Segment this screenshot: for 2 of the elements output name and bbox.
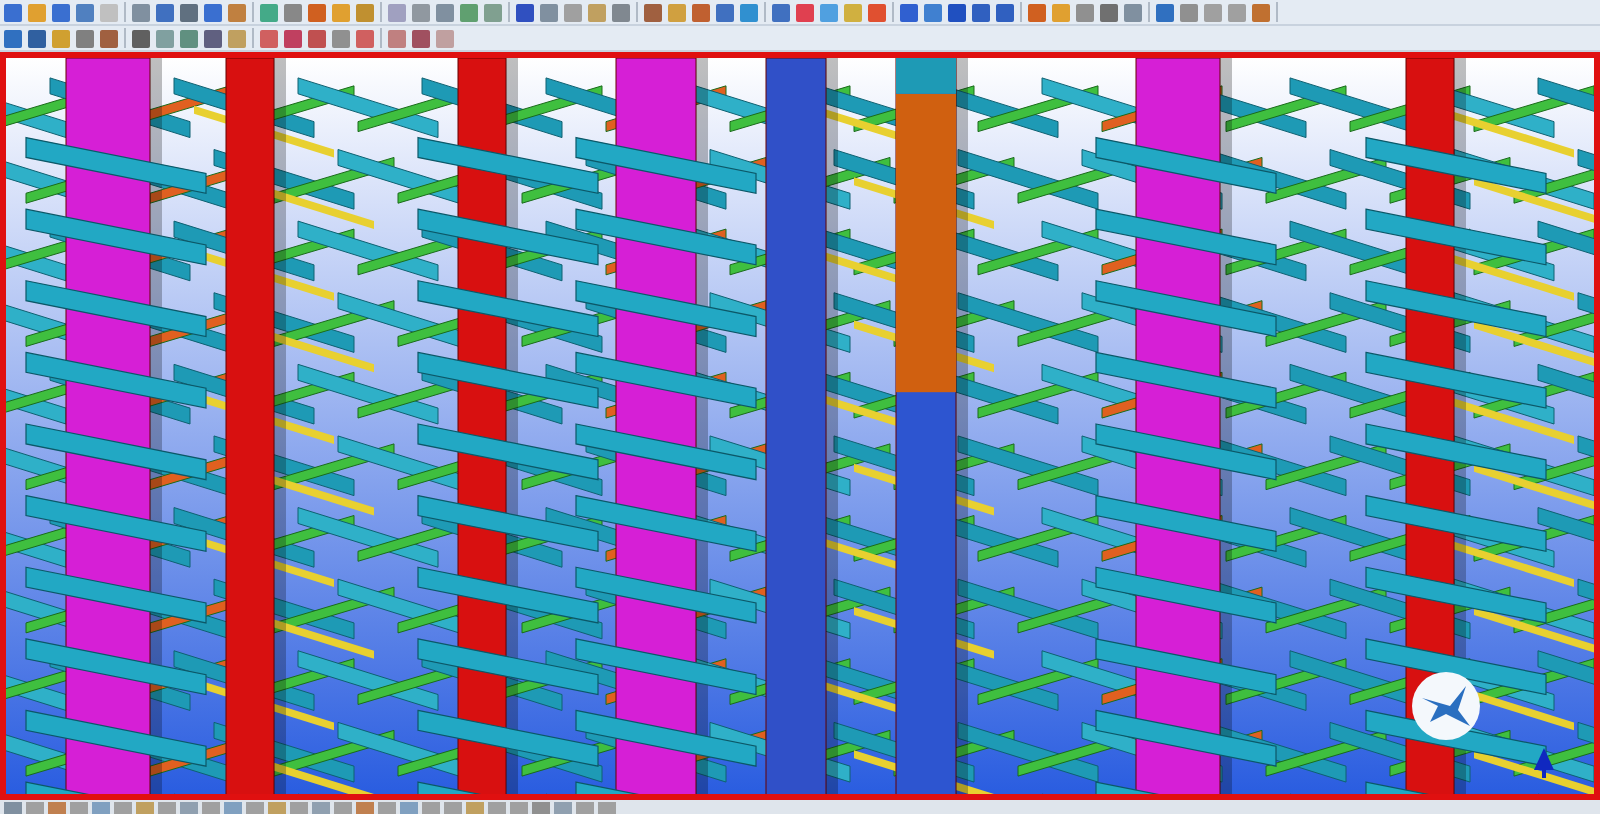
axis-icon bbox=[1530, 746, 1558, 778]
view-navigation-icon[interactable] bbox=[1410, 670, 1482, 742]
